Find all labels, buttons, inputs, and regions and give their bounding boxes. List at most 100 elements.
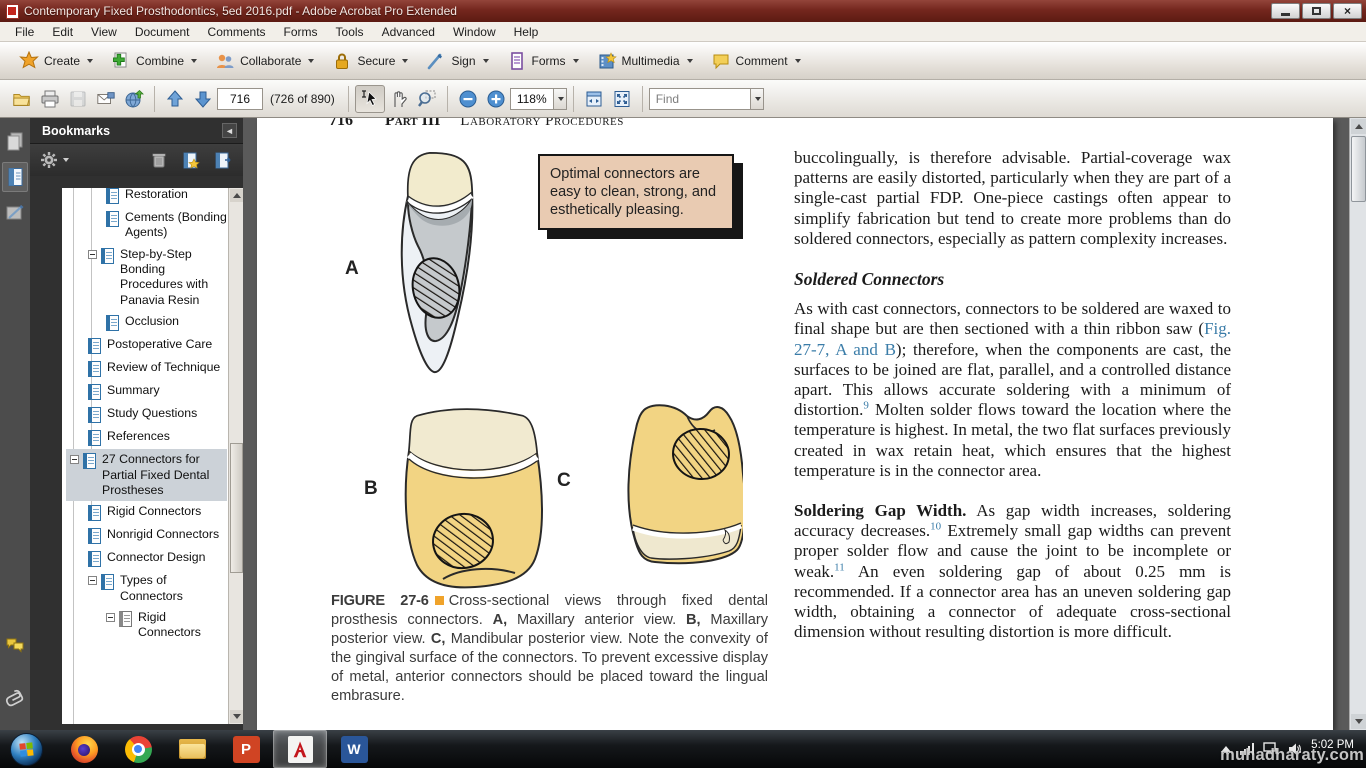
menu-view[interactable]: View [82,23,126,41]
reference-link[interactable]: 10 [930,521,941,533]
bookmark-options-button[interactable] [40,151,69,169]
chevron-down-icon [308,59,314,63]
menu-tools[interactable]: Tools [327,23,373,41]
secure-button[interactable]: Secure [323,47,417,75]
bookmark-item[interactable]: Restoration [66,188,227,207]
comments-panel-button[interactable] [2,630,28,660]
bookmark-item[interactable]: Occlusion [66,311,227,334]
collapse-toggle-icon[interactable] [106,613,115,622]
multimedia-button[interactable]: Multimedia [588,47,702,75]
close-button[interactable]: × [1333,3,1362,19]
bookmark-item[interactable]: References [66,426,227,449]
scroll-up-button[interactable] [230,189,243,202]
expand-bookmark-button[interactable] [214,151,233,170]
start-button[interactable] [10,733,43,766]
paperclip-icon [5,688,25,710]
bookmark-page-icon [88,361,101,377]
select-tool-button[interactable] [355,85,385,113]
bookmark-item[interactable]: Rigid Connectors [66,501,227,524]
bookmark-item[interactable]: Rigid Connectors [66,607,227,644]
bookmark-item[interactable]: Types of Connectors [66,570,227,607]
taskbar-acrobat-button[interactable] [273,730,327,768]
taskbar-powerpoint-button[interactable]: P [219,730,273,768]
taskbar-firefox-button[interactable] [57,730,111,768]
bookmarks-scrollbar[interactable] [228,188,243,724]
scroll-up-button[interactable] [1351,119,1366,134]
menu-document[interactable]: Document [126,23,199,41]
bookmark-item[interactable]: Summary [66,380,227,403]
new-bookmark-button[interactable] [181,151,200,170]
paragraph: Soldering Gap Width. As gap width increa… [794,501,1231,642]
plus-circle-icon [486,89,506,109]
collapse-toggle-icon[interactable] [88,250,97,259]
bookmark-item[interactable]: Step-by-Step Bonding Procedures with Pan… [66,244,227,311]
menu-forms[interactable]: Forms [275,23,327,41]
bookmark-item[interactable]: Postoperative Care [66,334,227,357]
create-button[interactable]: Create [10,47,102,75]
menu-comments[interactable]: Comments [199,23,275,41]
taskbar-chrome-button[interactable] [111,730,165,768]
previous-page-button[interactable] [161,86,189,112]
arrow-down-icon [193,89,213,109]
open-button[interactable] [8,86,36,112]
print-button[interactable] [36,86,64,112]
bookmarks-panel-button[interactable] [2,162,28,192]
zoom-out-button[interactable] [454,86,482,112]
zoom-dropdown-button[interactable] [554,88,567,110]
chevron-down-icon [687,59,693,63]
scrollbar-thumb[interactable] [230,443,243,573]
document-scrollbar[interactable] [1349,118,1366,730]
hand-tool-button[interactable] [385,86,413,112]
comment-button[interactable]: Comment [702,47,810,75]
signatures-panel-button[interactable] [2,198,28,228]
bookmarks-tree: Restoration Cements (Bonding Agents) Ste… [62,188,243,724]
attachments-panel-button[interactable] [2,684,28,714]
sign-button[interactable]: Sign [417,47,497,75]
maximize-button[interactable] [1302,3,1331,19]
taskbar-explorer-button[interactable] [165,730,219,768]
zoom-in-button[interactable] [482,86,510,112]
fit-width-button[interactable] [580,86,608,112]
page-number-input[interactable] [217,88,263,110]
delete-bookmark-button[interactable] [151,151,167,169]
email-button[interactable] [92,86,120,112]
bookmark-item-selected[interactable]: 27 Connectors for Partial Fixed Dental P… [66,449,227,501]
menu-edit[interactable]: Edit [43,23,82,41]
forms-button[interactable]: Forms [498,47,588,75]
minimize-button[interactable] [1271,3,1300,19]
collapse-toggle-icon[interactable] [88,576,97,585]
callout-box: Optimal connectors are easy to clean, st… [538,154,734,230]
pdf-page: 716 Part III Laboratory Procedures [257,118,1333,730]
collapse-panel-button[interactable]: ◄ [222,123,237,138]
zoom-level-input[interactable] [510,88,554,110]
menu-file[interactable]: File [6,23,43,41]
scroll-down-button[interactable] [1351,714,1366,729]
pages-panel-button[interactable] [2,126,28,156]
combine-button[interactable]: Combine [102,47,206,75]
next-page-button[interactable] [189,86,217,112]
scrollbar-thumb[interactable] [1351,136,1366,202]
fit-page-button[interactable] [608,86,636,112]
bookmark-item[interactable]: Cements (Bonding Agents) [66,207,227,244]
bookmarks-toolbar [30,144,243,176]
upload-button[interactable] [120,86,148,112]
save-button[interactable] [64,86,92,112]
taskbar-word-button[interactable]: W [327,730,381,768]
menu-help[interactable]: Help [505,23,548,41]
collaborate-button[interactable]: Collaborate [206,47,323,75]
bookmark-item[interactable]: Nonrigid Connectors [66,524,227,547]
find-input[interactable] [649,88,751,110]
bookmark-item[interactable]: Review of Technique [66,357,227,380]
scroll-down-button[interactable] [230,710,243,723]
reference-link[interactable]: 11 [834,561,845,573]
find-dropdown-button[interactable] [751,88,764,110]
title-bar[interactable]: Contemporary Fixed Prosthodontics, 5ed 2… [0,0,1366,22]
separator [348,86,349,112]
select-tool-icon [360,89,380,109]
menu-window[interactable]: Window [444,23,505,41]
menu-advanced[interactable]: Advanced [373,23,444,41]
bookmark-item[interactable]: Study Questions [66,403,227,426]
zoom-marquee-button[interactable] [413,86,441,112]
collapse-toggle-icon[interactable] [70,455,79,464]
bookmark-item[interactable]: Connector Design [66,547,227,570]
